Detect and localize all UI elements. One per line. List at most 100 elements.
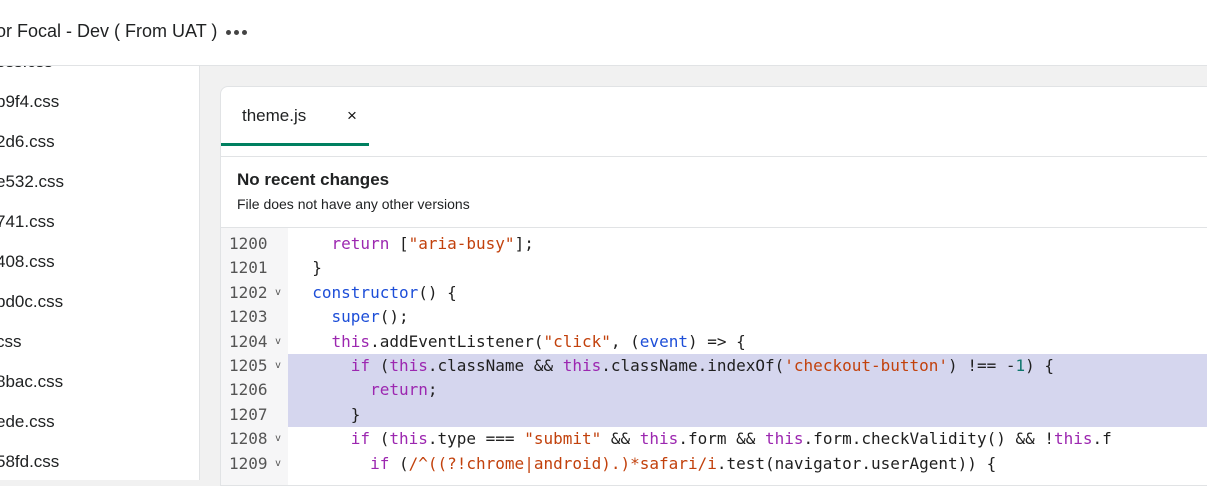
code-token: this xyxy=(562,356,602,375)
code-text: if (this.type === "submit" && this.form … xyxy=(293,427,1112,451)
code-token: .test(navigator.userAgent)) { xyxy=(716,453,997,473)
code-token: "click" xyxy=(543,331,611,351)
file-item[interactable]: 58fd.css xyxy=(0,450,59,474)
top-bar: or Focal - Dev ( From UAT ) xyxy=(0,0,1207,66)
code-token: 'checkout-button' xyxy=(784,356,949,375)
code-area[interactable]: 1200 return ["aria-busy"]; 1201 } 1202 v co… xyxy=(221,228,1207,485)
code-token: .form.checkValidity() && ! xyxy=(803,429,1054,449)
file-item[interactable]: 2d6.css xyxy=(0,130,55,154)
code-text: return; xyxy=(293,378,438,402)
code-token: .addEventListener( xyxy=(370,331,544,351)
code-token: return xyxy=(370,380,428,400)
code-token: this xyxy=(389,356,428,375)
code-text: return ["aria-busy"]; xyxy=(293,232,534,256)
code-token: constructor xyxy=(312,282,419,302)
version-notice: No recent changes File does not have any… xyxy=(221,157,1207,228)
fold-chevron-icon[interactable]: v xyxy=(275,452,281,476)
code-token: && xyxy=(601,429,640,449)
code-line: 1202 v constructor() { xyxy=(221,281,1207,305)
file-item[interactable]: css xyxy=(0,330,22,354)
file-sidebar: ess.css b9f4.css 2d6.css e532.css 741.cs… xyxy=(0,66,200,480)
code-token: .form && xyxy=(678,429,766,449)
dot xyxy=(241,29,247,35)
line-number: 1209 xyxy=(229,453,268,473)
dot xyxy=(233,29,239,35)
file-item[interactable]: 8bac.css xyxy=(0,370,63,394)
line-number: 1204 xyxy=(229,331,268,351)
code-text: super(); xyxy=(293,305,409,329)
line-number: 1202 xyxy=(229,282,268,302)
code-text: if (this.className && this.className.ind… xyxy=(293,354,1054,378)
code-text: } xyxy=(293,256,322,280)
code-line: 1207 } xyxy=(221,403,1207,427)
line-number: 1208 xyxy=(229,429,268,449)
code-token: , ( xyxy=(610,331,640,351)
fold-chevron-icon[interactable]: v xyxy=(275,427,281,451)
file-item[interactable]: bd0c.css xyxy=(0,290,63,314)
tab-label: theme.js xyxy=(242,106,307,125)
code-token: if xyxy=(370,453,390,473)
fold-chevron-icon[interactable]: v xyxy=(275,281,281,305)
line-number: 1200 xyxy=(229,234,268,253)
code-token: "aria-busy" xyxy=(408,234,515,253)
code-line: 1205 v if (this.className && this.classNa… xyxy=(221,354,1207,378)
code-token: this xyxy=(389,429,428,449)
code-token: this xyxy=(331,331,371,351)
code-token: ) !== - xyxy=(948,356,1016,375)
code-token: super xyxy=(331,307,380,327)
file-item[interactable]: b9f4.css xyxy=(0,90,59,114)
code-line: 1209 v if (/^((?!chrome|android).)*safari… xyxy=(221,452,1207,476)
code-token: .type === xyxy=(427,429,525,449)
code-token: 1 xyxy=(1015,356,1026,375)
code-token: this xyxy=(1054,429,1093,449)
code-line: 1204 v this.addEventListener("click", (ev… xyxy=(221,330,1207,354)
code-token: .className.indexOf( xyxy=(601,356,785,375)
code-token: (); xyxy=(379,307,409,327)
code-token: ( xyxy=(389,453,409,473)
code-editor-panel: theme.js × No recent changes File does n… xyxy=(220,86,1207,486)
dot xyxy=(225,29,231,35)
code-token: event xyxy=(639,331,688,351)
notice-title: No recent changes xyxy=(237,170,390,189)
code-token: return xyxy=(331,234,390,253)
code-token: } xyxy=(293,258,322,278)
code-line: 1203 super(); xyxy=(221,305,1207,329)
code-token: [ xyxy=(389,234,409,253)
line-number: 1207 xyxy=(229,404,268,424)
code-text: } xyxy=(293,403,361,427)
fold-chevron-icon[interactable]: v xyxy=(275,354,281,378)
code-token: ; xyxy=(427,380,438,400)
theme-title: or Focal - Dev ( From UAT ) xyxy=(0,21,218,41)
code-line: 1206 return; xyxy=(221,378,1207,402)
file-item[interactable]: e532.css xyxy=(0,170,64,194)
code-token: } xyxy=(293,404,361,424)
notice-subtitle: File does not have any other versions xyxy=(237,196,470,212)
code-token: .f xyxy=(1092,429,1112,449)
code-token: this xyxy=(765,429,804,449)
code-token: ) { xyxy=(1025,356,1055,375)
file-item[interactable]: ess.css xyxy=(0,66,53,74)
file-item[interactable]: ede.css xyxy=(0,410,55,434)
file-item[interactable]: 408.css xyxy=(0,250,55,274)
line-number: 1206 xyxy=(229,380,268,400)
code-token: if xyxy=(350,356,371,375)
file-item[interactable]: 741.css xyxy=(0,210,55,234)
fold-chevron-icon[interactable]: v xyxy=(275,330,281,354)
code-line: 1201 } xyxy=(221,256,1207,280)
code-token: .className && xyxy=(427,356,563,375)
code-token: ]; xyxy=(514,234,534,253)
line-number: 1205 xyxy=(229,356,268,375)
tab-theme-js[interactable]: theme.js × xyxy=(221,87,369,146)
close-icon[interactable]: × xyxy=(345,106,359,126)
code-token: "submit" xyxy=(524,429,602,449)
code-token: () { xyxy=(418,282,457,302)
more-horizontal-icon[interactable] xyxy=(224,21,248,43)
line-number: 1203 xyxy=(229,307,268,327)
